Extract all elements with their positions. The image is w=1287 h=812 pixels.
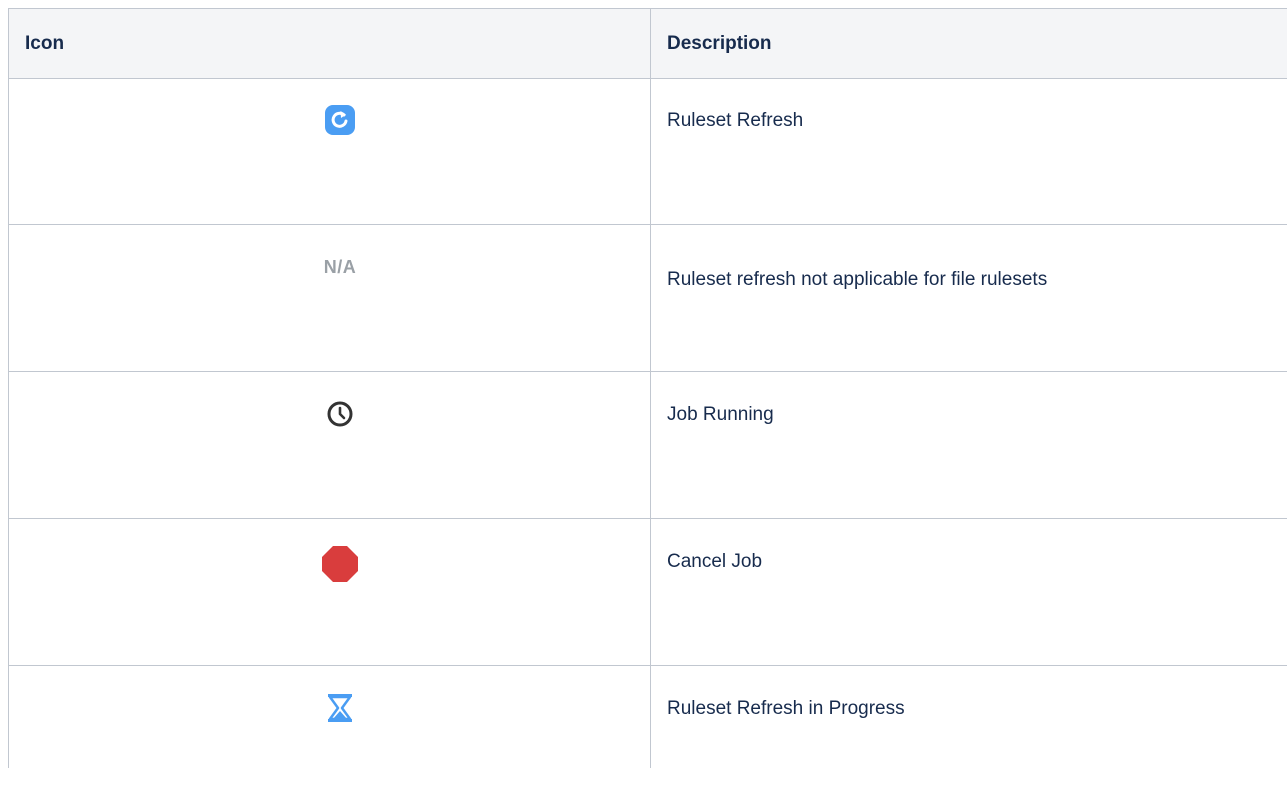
header-description: Description <box>667 32 772 54</box>
description-text: Ruleset Refresh in Progress <box>667 698 905 719</box>
clock-icon <box>322 396 358 432</box>
table-row: Ruleset Refresh in Progress <box>8 665 1287 812</box>
not-applicable-icon: N/A <box>323 256 357 277</box>
description-text: Cancel Job <box>667 551 763 572</box>
column-divider <box>650 8 651 768</box>
table-row: Cancel Job <box>8 518 1287 666</box>
description-text: Ruleset refresh not applicable for file … <box>667 269 1048 290</box>
stop-icon <box>322 546 358 582</box>
hourglass-icon <box>322 690 358 726</box>
refresh-icon <box>322 102 358 138</box>
description-text: Ruleset Refresh <box>667 110 804 131</box>
icon-legend-table: Icon Description Ruleset Refresh N/A Rul… <box>8 8 1287 768</box>
table-row: N/A Ruleset refresh not applicable for f… <box>8 224 1287 372</box>
description-text: Job Running <box>667 404 774 425</box>
table-row: Ruleset Refresh <box>8 77 1287 225</box>
table-row: Job Running <box>8 371 1287 519</box>
table-header: Icon Description <box>8 8 1287 79</box>
header-icon: Icon <box>25 32 65 54</box>
table-border-left <box>8 8 9 768</box>
